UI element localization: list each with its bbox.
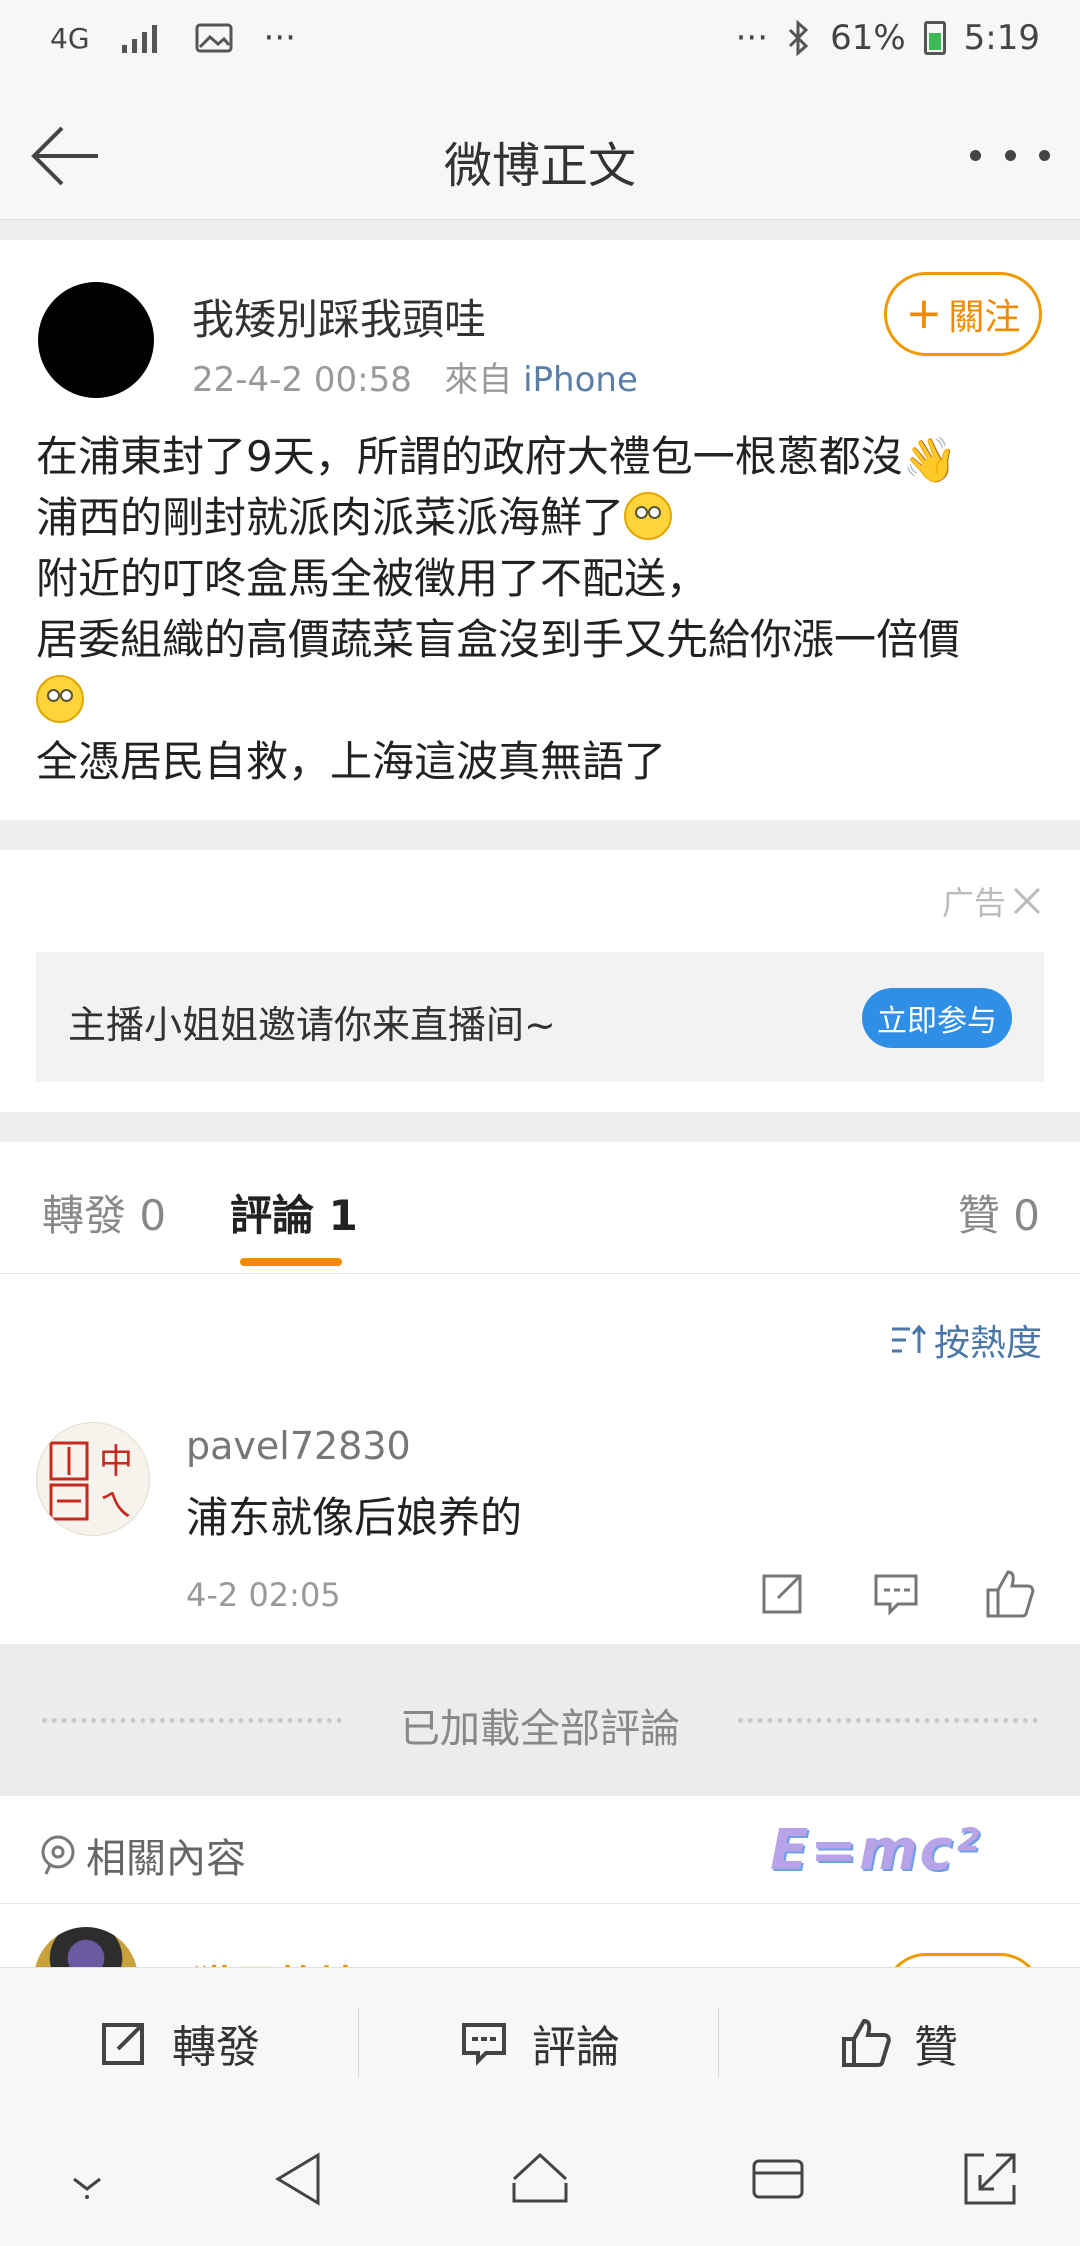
system-home-icon[interactable] xyxy=(510,2149,570,2209)
repost-label: 轉發 xyxy=(172,2022,260,2073)
divider xyxy=(718,2008,719,2078)
divider xyxy=(358,2008,359,2078)
emc2-sticker: E=mc² xyxy=(770,1818,982,1883)
comment-text: 浦东就像后娘养的 xyxy=(186,1493,523,1542)
sort-label: 按熱度 xyxy=(933,1323,1042,1364)
tab-bar: 轉發 0 評論 1 贊 0 xyxy=(0,1142,1080,1274)
more-status-icons: ··· xyxy=(735,18,769,58)
author-avatar[interactable] xyxy=(38,282,154,398)
post-line: 居委組織的高價蔬菜盲盒沒到手又先給你漲一倍價 xyxy=(36,615,961,664)
related-username[interactable]: 猫屋乾坤 xyxy=(192,1953,360,1967)
ad-text: 主播小姐姐邀请你来直播间~ xyxy=(68,1003,556,1047)
battery-icon xyxy=(923,21,946,55)
status-bar: 4G ··· ··· 61% 5:19 xyxy=(0,0,1080,90)
network-type: 4G xyxy=(50,21,90,55)
repost-button[interactable]: 轉發 xyxy=(0,1968,358,2118)
comment-label: 評論 xyxy=(532,2022,620,2073)
ad-card: 广告 主播小姐姐邀请你来直播间~ 立即参与 xyxy=(0,850,1080,1112)
post-line: 在浦東封了9天，所謂的政府大禮包一根蔥都沒 xyxy=(36,432,903,481)
post-meta: 22-4-2 00:58 來自 iPhone xyxy=(192,352,638,401)
follow-label: 關注 xyxy=(948,297,1021,338)
related-item-peek[interactable]: 猫屋乾坤 xyxy=(0,1905,1080,1967)
active-tab-indicator xyxy=(240,1258,342,1266)
system-back-icon[interactable] xyxy=(272,2149,328,2209)
more-options-icon[interactable] xyxy=(970,120,1050,190)
ad-label-text: 广告 xyxy=(941,884,1006,922)
like-button[interactable]: 贊 xyxy=(720,1968,1078,2118)
tab-likes[interactable]: 贊 0 xyxy=(958,1182,1040,1243)
comment-icon xyxy=(462,2023,506,2066)
page-title: 微博正文 xyxy=(443,138,636,194)
related-content-label: 相關內容 xyxy=(38,1826,246,1884)
weibo-post: 我矮別踩我頭哇 22-4-2 00:58 來自 iPhone + 關注 在浦東封… xyxy=(0,240,1080,820)
waving-hand-icon: 👋 xyxy=(902,435,958,486)
battery-percent: 61% xyxy=(830,18,906,58)
reply-comment-icon[interactable] xyxy=(866,1564,926,1624)
comment-item: 中 ㄟ pavel72830 浦东就像后娘养的 4-2 02:05 xyxy=(0,1400,1080,1644)
svg-text:中: 中 xyxy=(99,1442,133,1482)
sort-by-hot-button[interactable]: 按熱度 xyxy=(890,1314,1042,1366)
bottom-action-bar: 轉發 評論 贊 xyxy=(0,1967,1080,2117)
follow-button[interactable]: + 關注 xyxy=(884,272,1042,356)
dotted-line xyxy=(738,1718,1038,1723)
related-avatar[interactable] xyxy=(34,1927,138,1967)
post-body: 在浦東封了9天，所謂的政府大禮包一根蔥都沒👋 浦西的剛封就派肉派菜派海鮮了 附近… xyxy=(36,426,1046,792)
divider xyxy=(0,1112,1080,1142)
commenter-avatar[interactable]: 中 ㄟ xyxy=(36,1422,150,1536)
comment-time: 4-2 02:05 xyxy=(186,1576,341,1614)
join-now-button[interactable]: 立即参与 xyxy=(862,988,1012,1048)
author-name[interactable]: 我矮別踩我頭哇 xyxy=(192,286,486,347)
signal-icon xyxy=(121,25,157,53)
post-line: 浦西的剛封就派肉派菜派海鮮了 xyxy=(36,493,625,542)
image-notification-icon xyxy=(195,23,233,53)
share-icon[interactable] xyxy=(752,1564,812,1624)
clock: 5:19 xyxy=(963,18,1040,58)
eye-roll-emoji-icon xyxy=(624,492,673,540)
expand-screen-icon[interactable] xyxy=(960,2149,1020,2209)
related-content-header: 相關內容 E=mc² xyxy=(0,1796,1080,1904)
related-icon xyxy=(41,1835,75,1875)
recent-apps-icon[interactable] xyxy=(750,2149,806,2209)
eye-roll-emoji-icon xyxy=(36,675,84,723)
post-timestamp: 22-4-2 00:58 xyxy=(192,360,412,400)
like-thumb-icon[interactable] xyxy=(980,1564,1040,1624)
repost-icon xyxy=(102,2023,144,2065)
post-source[interactable]: iPhone xyxy=(523,360,638,400)
plus-icon: + xyxy=(905,288,943,339)
svg-text:ㄟ: ㄟ xyxy=(99,1486,133,1526)
hide-keyboard-icon[interactable] xyxy=(62,2149,112,2209)
close-icon[interactable] xyxy=(1012,886,1042,916)
ad-label: 广告 xyxy=(942,878,1042,924)
more-notifications: ··· xyxy=(263,18,296,58)
post-line: 全憑居民自救，上海這波真無語了 xyxy=(36,737,667,786)
commenter-name[interactable]: pavel72830 xyxy=(186,1424,411,1468)
ad-banner[interactable]: 主播小姐姐邀请你来直播间~ 立即参与 xyxy=(36,952,1044,1082)
comment-button[interactable]: 評論 xyxy=(360,1968,718,2118)
tab-comments[interactable]: 評論 1 xyxy=(230,1182,358,1243)
all-comments-loaded: 已加載全部評論 xyxy=(0,1644,1080,1796)
related-follow-button[interactable] xyxy=(884,1953,1042,1967)
loaded-text: 已加載全部評論 xyxy=(400,1706,680,1752)
divider xyxy=(0,220,1080,240)
post-line: 附近的叮咚盒馬全被徵用了不配送， xyxy=(36,554,709,603)
system-navigation-bar xyxy=(0,2117,1080,2246)
like-label: 贊 xyxy=(914,2022,958,2073)
like-icon xyxy=(842,2018,891,2067)
bluetooth-icon xyxy=(789,20,809,56)
related-label-text: 相關內容 xyxy=(86,1836,246,1882)
divider xyxy=(0,820,1080,850)
nav-bar: 微博正文 xyxy=(0,90,1080,220)
tab-reposts[interactable]: 轉發 0 xyxy=(42,1182,166,1243)
source-prefix: 來自 xyxy=(444,360,513,400)
sort-icon xyxy=(891,1324,927,1353)
